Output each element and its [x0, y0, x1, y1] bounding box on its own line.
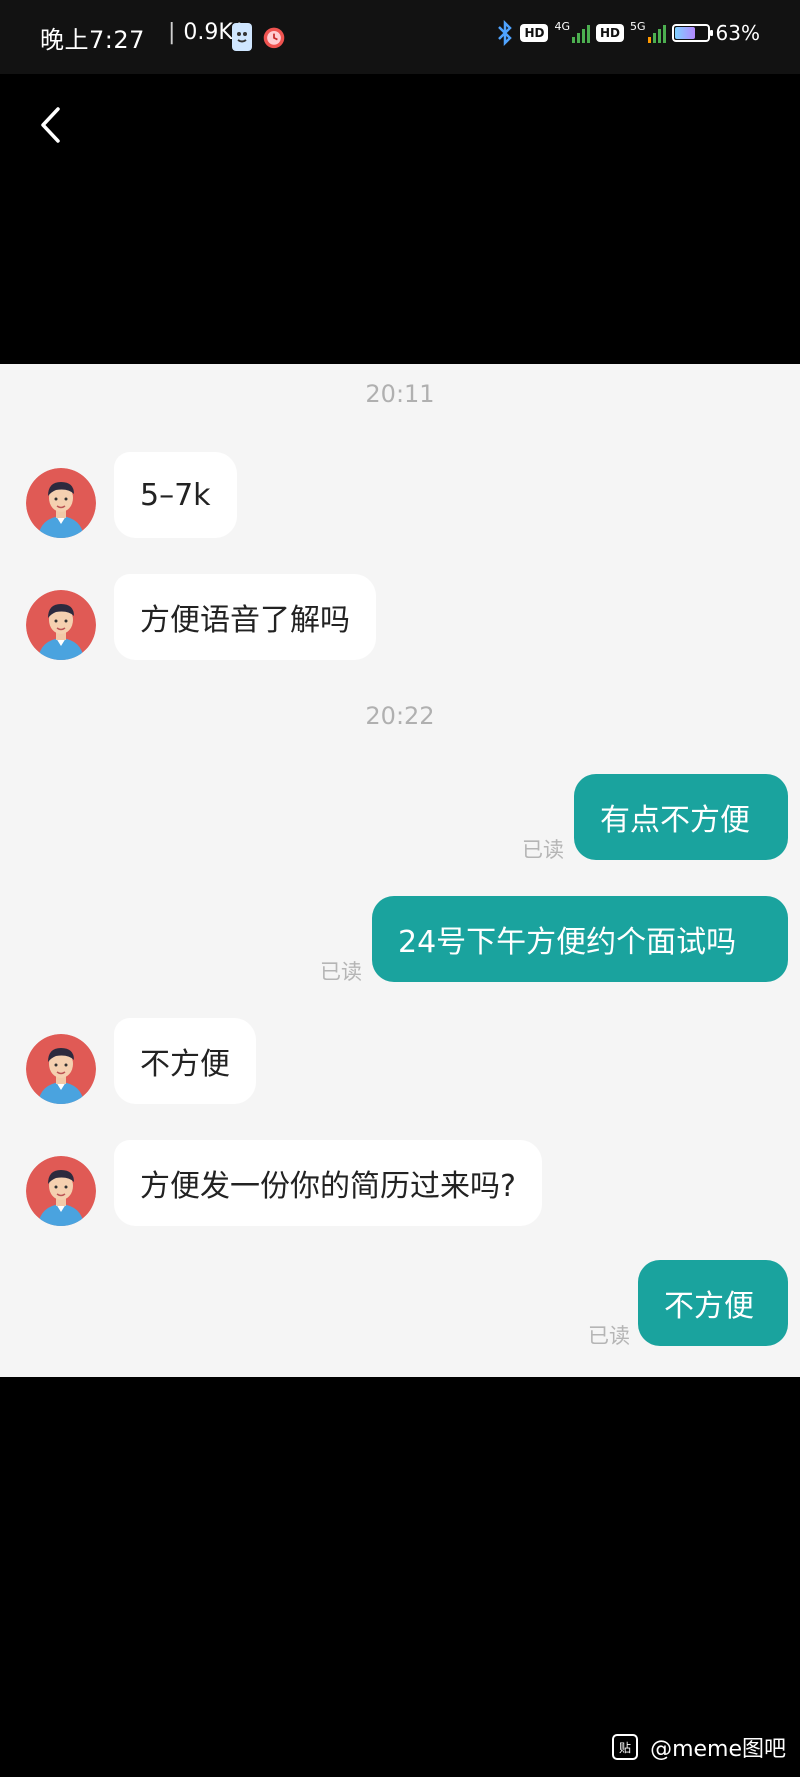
screen: 晚上7:27 | 0.9K/s HD 4G HD 5G 63% 20:11 5–…	[0, 0, 800, 1777]
status-right-group: HD 4G HD 5G 63%	[496, 20, 760, 46]
battery-icon	[671, 24, 713, 42]
message-bubble-incoming[interactable]: 5–7k	[114, 452, 237, 538]
signal-icon	[572, 23, 590, 43]
read-receipt: 已读	[588, 1324, 630, 1348]
network-type-1: 4G	[554, 20, 570, 33]
network-type-2: 5G	[630, 20, 646, 33]
tieba-logo-icon: 贴	[612, 1734, 639, 1760]
watermark-text: @meme图吧	[650, 1737, 786, 1762]
chat-panel[interactable]: 20:11 5–7k 方便语音了解吗 20:22 已读 有点不方便 已读 24号…	[0, 364, 800, 1377]
battery-percent: 63%	[715, 21, 760, 45]
avatar-person-icon	[26, 468, 96, 538]
alarm-icon	[263, 27, 285, 49]
watermark: 贴 @meme图吧	[612, 1731, 786, 1763]
avatar-person-icon	[26, 590, 96, 660]
time-divider: 20:11	[365, 380, 435, 408]
read-receipt: 已读	[320, 960, 362, 984]
battery-fill	[674, 27, 695, 39]
signal-icon	[647, 23, 666, 43]
read-receipt: 已读	[522, 838, 564, 862]
hd-badge-2: HD	[596, 24, 625, 42]
message-bubble-incoming[interactable]: 方便发一份你的简历过来吗?	[114, 1140, 542, 1226]
phone-cleaner-icon	[232, 23, 252, 51]
time-divider: 20:22	[365, 702, 435, 730]
message-bubble-outgoing[interactable]: 不方便	[638, 1260, 788, 1346]
message-bubble-incoming[interactable]: 不方便	[114, 1018, 256, 1104]
avatar[interactable]	[26, 468, 96, 538]
status-bar: 晚上7:27 | 0.9K/s HD 4G HD 5G 63%	[0, 0, 800, 74]
avatar-person-icon	[26, 1156, 96, 1226]
status-time: 晚上7:27	[40, 26, 145, 54]
avatar-person-icon	[26, 1034, 96, 1104]
back-button[interactable]	[30, 100, 70, 150]
message-bubble-outgoing[interactable]: 有点不方便	[574, 774, 788, 860]
chevron-left-icon	[41, 107, 60, 143]
hd-badge-1: HD	[520, 24, 549, 42]
message-bubble-incoming[interactable]: 方便语音了解吗	[114, 574, 376, 660]
message-bubble-outgoing[interactable]: 24号下午方便约个面试吗	[372, 896, 788, 982]
avatar[interactable]	[26, 1156, 96, 1226]
avatar[interactable]	[26, 590, 96, 660]
bluetooth-icon	[498, 20, 513, 46]
avatar[interactable]	[26, 1034, 96, 1104]
